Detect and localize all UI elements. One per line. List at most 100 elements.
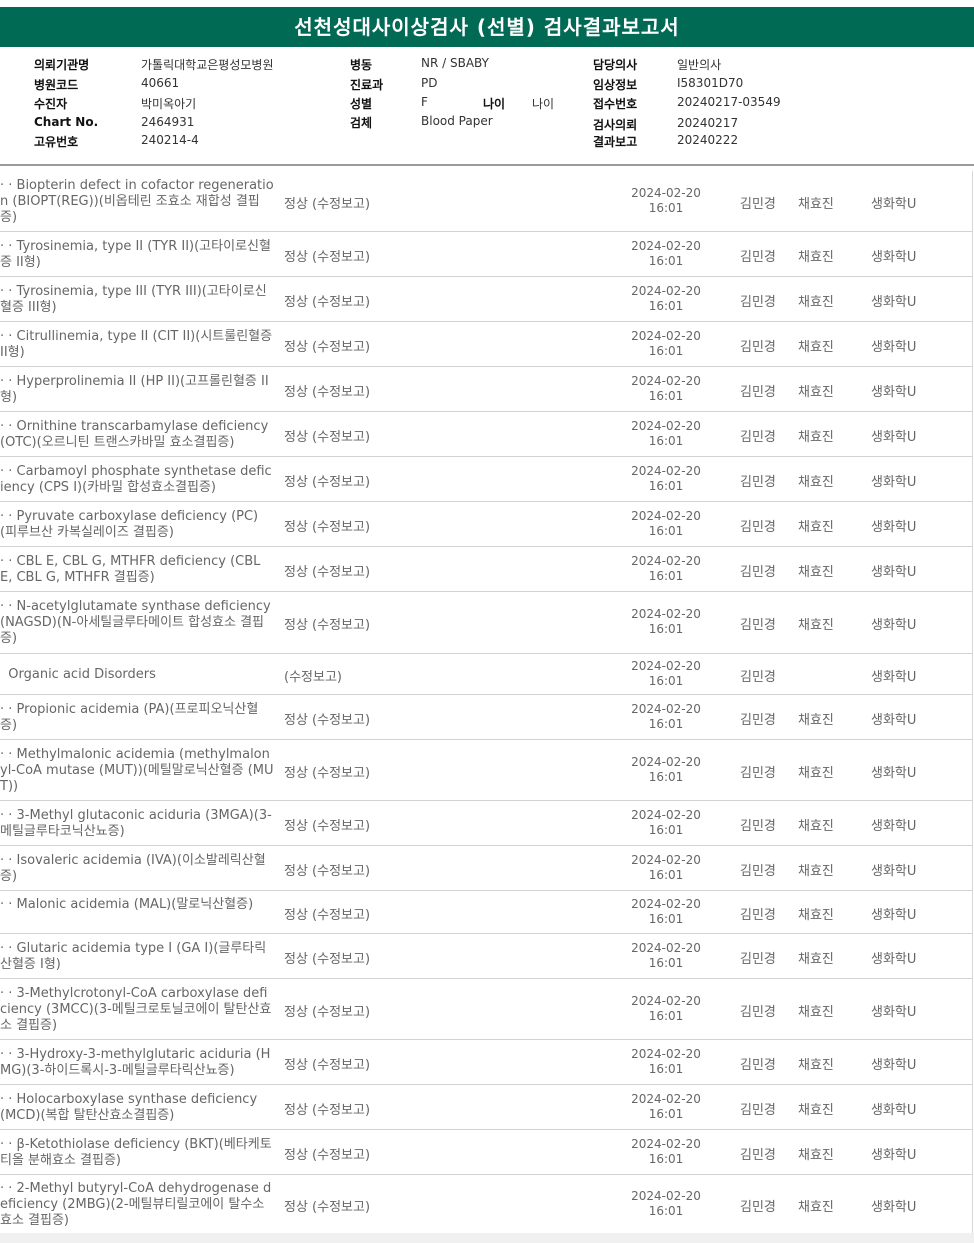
result-row[interactable]: · · Citrullinemia, type II (CIT II)(시트룰린… xyxy=(0,322,972,367)
label-unique-id: 고유번호 xyxy=(34,135,79,149)
checker-name: 채효진 xyxy=(798,1200,834,1215)
result-time: 16:01 xyxy=(648,1062,684,1076)
department-name: 생화학U xyxy=(871,908,917,923)
checker-name: 채효진 xyxy=(798,1058,834,1073)
result-time: 16:01 xyxy=(648,823,684,837)
result-date: 2024-02-20 xyxy=(631,1047,701,1061)
result-datetime: 2024-02-20 16:01 xyxy=(620,419,712,449)
tester-name: 김민경 xyxy=(740,1005,776,1020)
result-date: 2024-02-20 xyxy=(631,329,701,343)
result-row[interactable]: · · Ornithine transcarbamylase deficienc… xyxy=(0,412,972,457)
result-row[interactable]: · · 3-Methylcrotonyl-CoA carboxylase def… xyxy=(0,979,972,1040)
result-value: 정상 (수정보고) xyxy=(284,908,371,923)
checker-name: 채효진 xyxy=(798,565,834,580)
result-datetime: 2024-02-20 16:01 xyxy=(620,941,712,971)
department-name: 생화학U xyxy=(871,713,917,728)
result-value: 정상 (수정보고) xyxy=(284,819,371,834)
test-name: · · Tyrosinemia, type II (TYR II)(고타이로신혈… xyxy=(0,239,271,270)
department-name: 생화학U xyxy=(871,766,917,781)
value-requesting-institution: 가톨릭대학교은평성모병원 xyxy=(141,58,274,72)
department-name: 생화학U xyxy=(871,1005,917,1020)
result-time: 16:01 xyxy=(648,434,684,448)
tester-name: 김민경 xyxy=(740,908,776,923)
checker-name: 채효진 xyxy=(798,475,834,490)
result-row[interactable]: · · Propionic acidemia (PA)(프로피오닉산혈증) 정상 … xyxy=(0,695,972,740)
result-date: 2024-02-20 xyxy=(631,994,701,1008)
value-result-report: 20240222 xyxy=(677,133,739,147)
result-value: (수정보고) xyxy=(284,670,342,685)
header-separator xyxy=(0,164,974,166)
report-title: 선천성대사이상검사 (선별) 검사결과보고서 xyxy=(0,7,974,47)
result-datetime: 2024-02-20 16:01 xyxy=(620,808,712,838)
department-name: 생화학U xyxy=(871,952,917,967)
result-row[interactable]: · · Methylmalonic acidemia (methylmalony… xyxy=(0,740,972,801)
result-time: 16:01 xyxy=(648,770,684,784)
test-name: · · β-Ketothiolase deficiency (BKT)(베타케토… xyxy=(0,1137,272,1168)
result-row[interactable]: · · Hyperprolinemia II (HP II)(고프롤린혈증 II… xyxy=(0,367,972,412)
checker-name: 채효진 xyxy=(798,952,834,967)
department-name: 생화학U xyxy=(871,618,917,633)
tester-name: 김민경 xyxy=(740,952,776,967)
test-name: · · 2-Methyl butyryl-CoA dehydrogenase d… xyxy=(0,1181,272,1228)
department-name: 생화학U xyxy=(871,250,917,265)
tester-name: 김민경 xyxy=(740,295,776,310)
result-date: 2024-02-20 xyxy=(631,755,701,769)
result-datetime: 2024-02-20 16:01 xyxy=(620,329,712,359)
result-row[interactable]: · · N-acetylglutamate synthase deficienc… xyxy=(0,592,972,654)
result-value: 정상 (수정보고) xyxy=(284,766,371,781)
result-time: 16:01 xyxy=(648,912,684,926)
checker-name: 채효진 xyxy=(798,430,834,445)
test-name: · · Isovaleric acidemia (IVA)(이소발레릭산혈증) xyxy=(0,853,266,884)
result-date: 2024-02-20 xyxy=(631,239,701,253)
result-time: 16:01 xyxy=(648,201,684,215)
result-row[interactable]: · · Pyruvate carboxylase deficiency (PC)… xyxy=(0,502,972,547)
result-time: 16:01 xyxy=(648,868,684,882)
result-value: 정상 (수정보고) xyxy=(284,864,371,879)
result-date: 2024-02-20 xyxy=(631,554,701,568)
result-row[interactable]: · · Holocarboxylase synthase deficiency … xyxy=(0,1085,972,1130)
department-name: 생화학U xyxy=(871,1058,917,1073)
result-row[interactable]: · · Carbamoyl phosphate synthetase defic… xyxy=(0,457,972,502)
result-date: 2024-02-20 xyxy=(631,808,701,822)
result-row[interactable]: · · 2-Methyl butyryl-CoA dehydrogenase d… xyxy=(0,1175,972,1235)
department-name: 생화학U xyxy=(871,819,917,834)
result-row[interactable]: · · β-Ketothiolase deficiency (BKT)(베타케토… xyxy=(0,1130,972,1175)
tester-name: 김민경 xyxy=(740,197,776,212)
tester-name: 김민경 xyxy=(740,670,776,685)
result-datetime: 2024-02-20 16:01 xyxy=(620,186,712,216)
result-row[interactable]: · · Tyrosinemia, type II (TYR II)(고타이로신혈… xyxy=(0,232,972,277)
result-time: 16:01 xyxy=(648,1152,684,1166)
result-time: 16:01 xyxy=(648,299,684,313)
result-row[interactable]: · · 3-Hydroxy-3-methylglutaric aciduria … xyxy=(0,1040,972,1085)
result-time: 16:01 xyxy=(648,344,684,358)
department-name: 생화학U xyxy=(871,1148,917,1163)
value-specimen: Blood Paper xyxy=(421,114,493,128)
result-row[interactable]: · · Biopterin defect in cofactor regener… xyxy=(0,171,972,232)
result-datetime: 2024-02-20 16:01 xyxy=(620,239,712,269)
result-date: 2024-02-20 xyxy=(631,659,701,673)
result-row[interactable]: Organic acid Disorders (수정보고) 2024-02-20 16… xyxy=(0,654,972,695)
department-name: 생화학U xyxy=(871,197,917,212)
test-name: · · Citrullinemia, type II (CIT II)(시트룰린… xyxy=(0,329,273,360)
label-receipt-number: 접수번호 xyxy=(593,97,638,111)
result-row[interactable]: · · Glutaric acidemia type I (GA I)(글루타릭… xyxy=(0,934,972,979)
test-name: · · 3-Methyl glutaconic aciduria (3MGA)(… xyxy=(0,808,272,839)
result-time: 16:01 xyxy=(648,389,684,403)
result-row[interactable]: · · CBL E, CBL G, MTHFR deficiency (CBL … xyxy=(0,547,972,592)
result-row[interactable]: · · Isovaleric acidemia (IVA)(이소발레릭산혈증) 정… xyxy=(0,846,972,891)
result-row[interactable]: · · Tyrosinemia, type III (TYR III)(고타이로… xyxy=(0,277,972,322)
result-row[interactable]: · · 3-Methyl glutaconic aciduria (3MGA)(… xyxy=(0,801,972,846)
result-value: 정상 (수정보고) xyxy=(284,713,371,728)
result-value: 정상 (수정보고) xyxy=(284,1005,371,1020)
value-receipt-number: 20240217-03549 xyxy=(677,95,781,109)
result-time: 16:01 xyxy=(648,254,684,268)
result-datetime: 2024-02-20 16:01 xyxy=(620,509,712,539)
result-row[interactable]: · · Malonic acidemia (MAL)(말로닉산혈증) 정상 (수정… xyxy=(0,891,972,934)
value-chart-no: 2464931 xyxy=(141,115,195,129)
result-date: 2024-02-20 xyxy=(631,853,701,867)
label-test-request: 검사의뢰 xyxy=(593,118,638,132)
tester-name: 김민경 xyxy=(740,475,776,490)
result-date: 2024-02-20 xyxy=(631,284,701,298)
test-name: · · Biopterin defect in cofactor regener… xyxy=(0,178,274,225)
value-attending-doctor: 일반의사 xyxy=(677,58,722,72)
